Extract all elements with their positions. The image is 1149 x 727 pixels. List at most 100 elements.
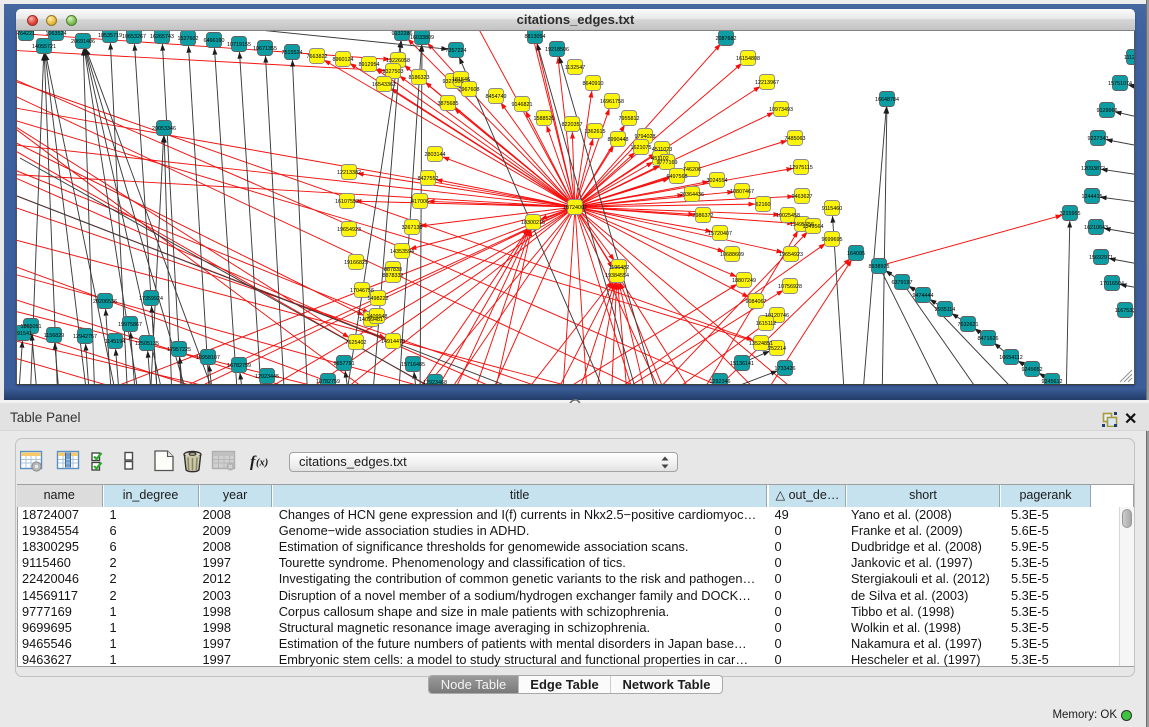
svg-text:14914479: 14914479 bbox=[381, 339, 405, 345]
svg-text:8912954: 8912954 bbox=[359, 62, 380, 68]
svg-text:17957225: 17957225 bbox=[167, 347, 191, 353]
svg-text:8186323: 8186323 bbox=[409, 75, 430, 81]
svg-text:16543362: 16543362 bbox=[372, 82, 396, 88]
svg-text:20206536: 20206536 bbox=[93, 299, 117, 305]
svg-text:3024554: 3024554 bbox=[707, 178, 728, 184]
svg-text:8471626: 8471626 bbox=[978, 336, 999, 342]
svg-text:19654923: 19654923 bbox=[779, 252, 803, 258]
svg-text:1409948: 1409948 bbox=[367, 314, 388, 320]
svg-text:1615112: 1615112 bbox=[756, 321, 777, 327]
svg-text:3267130: 3267130 bbox=[402, 225, 423, 231]
svg-text:62160: 62160 bbox=[756, 202, 771, 208]
svg-text:10120746: 10120746 bbox=[765, 313, 789, 319]
svg-text:9146821: 9146821 bbox=[512, 102, 533, 108]
svg-text:12923445: 12923445 bbox=[255, 374, 279, 380]
svg-text:1527602: 1527602 bbox=[178, 36, 199, 42]
svg-text:764221: 764221 bbox=[17, 31, 35, 37]
svg-text:1362615: 1362615 bbox=[585, 129, 606, 135]
svg-text:1244415: 1244415 bbox=[1082, 194, 1103, 200]
svg-text:1292346: 1292346 bbox=[710, 379, 731, 384]
svg-text:10653267: 10653267 bbox=[122, 34, 146, 40]
svg-text:9084067: 9084067 bbox=[746, 299, 767, 305]
svg-text:1167533: 1167533 bbox=[1115, 308, 1134, 314]
svg-text:19384554: 19384554 bbox=[605, 273, 629, 279]
svg-text:20691406: 20691406 bbox=[71, 39, 95, 45]
svg-text:8454749: 8454749 bbox=[486, 94, 507, 100]
svg-text:19218506: 19218506 bbox=[545, 47, 569, 53]
svg-text:2803144: 2803144 bbox=[425, 152, 446, 158]
svg-text:9777169: 9777169 bbox=[657, 160, 678, 166]
svg-text:19654923: 19654923 bbox=[337, 227, 361, 233]
svg-text:4511023: 4511023 bbox=[652, 147, 673, 153]
svg-text:181546: 181546 bbox=[452, 77, 470, 83]
svg-text:9245652: 9245652 bbox=[1022, 367, 1043, 373]
svg-text:17046756: 17046756 bbox=[350, 288, 374, 294]
svg-text:391541: 391541 bbox=[17, 331, 32, 337]
svg-text:15716485: 15716485 bbox=[401, 362, 425, 368]
svg-text:9699695: 9699695 bbox=[822, 237, 843, 243]
svg-text:15720407: 15720407 bbox=[708, 231, 732, 237]
svg-text:8960124: 8960124 bbox=[333, 57, 354, 63]
svg-text:1063524: 1063524 bbox=[46, 31, 67, 37]
svg-text:1156829: 1156829 bbox=[44, 333, 65, 339]
svg-text:1196482: 1196482 bbox=[609, 265, 630, 271]
svg-text:8878332: 8878332 bbox=[383, 273, 404, 279]
svg-text:9327503: 9327503 bbox=[383, 69, 404, 75]
svg-text:7663822: 7663822 bbox=[307, 54, 328, 60]
svg-text:12942757: 12942757 bbox=[73, 334, 97, 340]
svg-text:9463627: 9463627 bbox=[792, 194, 813, 200]
svg-text:8640910: 8640910 bbox=[583, 81, 604, 87]
svg-text:14055721: 14055721 bbox=[32, 44, 56, 50]
svg-text:7357224: 7357224 bbox=[446, 48, 467, 54]
svg-text:7485063: 7485063 bbox=[785, 136, 806, 142]
svg-text:15136141: 15136141 bbox=[730, 361, 754, 367]
svg-text:1349564: 1349564 bbox=[803, 224, 824, 230]
svg-text:10688609: 10688609 bbox=[720, 252, 744, 258]
svg-text:6379197: 6379197 bbox=[892, 280, 913, 286]
svg-text:2967608: 2967608 bbox=[459, 87, 480, 93]
svg-text:6497568: 6497568 bbox=[667, 174, 688, 180]
svg-text:10782759: 10782759 bbox=[316, 379, 340, 384]
svg-text:12213967: 12213967 bbox=[755, 80, 779, 86]
svg-text:1145194: 1145194 bbox=[105, 339, 126, 345]
svg-text:1588520: 1588520 bbox=[534, 116, 555, 122]
svg-text:19166825: 19166825 bbox=[344, 260, 368, 266]
svg-text:8990448: 8990448 bbox=[608, 137, 629, 143]
svg-text:1112371: 1112371 bbox=[1124, 55, 1134, 61]
svg-text:7515524: 7515524 bbox=[282, 50, 303, 56]
svg-text:20053346: 20053346 bbox=[152, 126, 176, 132]
svg-text:9129966: 9129966 bbox=[1097, 108, 1118, 114]
svg-text:18535719: 18535719 bbox=[98, 33, 122, 39]
svg-text:(x): (x) bbox=[256, 458, 268, 469]
svg-text:16154808: 16154808 bbox=[736, 56, 760, 62]
svg-text:10654112: 10654112 bbox=[999, 355, 1023, 361]
svg-text:18807249: 18807249 bbox=[732, 278, 756, 284]
svg-text:10756928: 10756928 bbox=[778, 284, 802, 290]
svg-text:8938925: 8938925 bbox=[869, 264, 890, 270]
svg-text:18724007: 18724007 bbox=[563, 205, 587, 211]
svg-text:15692971: 15692971 bbox=[1089, 255, 1113, 261]
svg-text:1865051: 1865051 bbox=[21, 324, 42, 330]
svg-text:16107552: 16107552 bbox=[335, 199, 359, 205]
svg-text:7986372: 7986372 bbox=[693, 213, 714, 219]
svg-text:1621075: 1621075 bbox=[631, 145, 652, 151]
svg-text:417006: 417006 bbox=[411, 199, 429, 205]
svg-text:19975867: 19975867 bbox=[118, 322, 142, 328]
svg-text:20364436: 20364436 bbox=[680, 192, 704, 198]
svg-text:9115460: 9115460 bbox=[822, 206, 843, 212]
svg-text:12505135: 12505135 bbox=[135, 341, 159, 347]
svg-text:16961758: 16961758 bbox=[600, 99, 624, 105]
svg-text:16033809: 16033809 bbox=[410, 35, 434, 41]
svg-text:17016504: 17016504 bbox=[1100, 281, 1124, 287]
svg-text:14353594: 14353594 bbox=[390, 249, 414, 255]
svg-text:10958107: 10958107 bbox=[196, 355, 220, 361]
svg-text:1733426: 1733426 bbox=[775, 366, 796, 372]
svg-text:252214: 252214 bbox=[768, 346, 786, 352]
svg-text:8220357: 8220357 bbox=[562, 122, 583, 128]
svg-text:16265743: 16265743 bbox=[150, 34, 174, 40]
svg-text:12923468: 12923468 bbox=[423, 380, 447, 384]
svg-text:6466160: 6466160 bbox=[204, 38, 225, 44]
svg-text:7955812: 7955812 bbox=[619, 116, 640, 122]
svg-text:16782759: 16782759 bbox=[227, 363, 251, 369]
svg-text:16210643: 16210643 bbox=[1084, 225, 1108, 231]
